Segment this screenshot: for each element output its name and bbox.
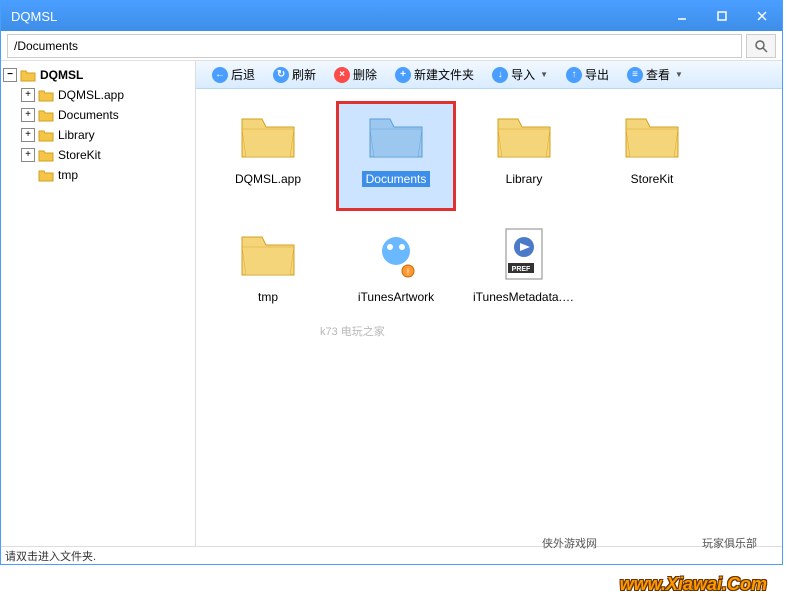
tree-item-label: Library [58,128,95,142]
delete-button[interactable]: ×删除 [326,64,385,85]
minimize-button[interactable] [662,1,702,31]
tree-root-label: DQMSL [40,68,83,82]
item-label: StoreKit [627,171,678,187]
svg-text:PREF: PREF [512,266,531,273]
tree-item[interactable]: + Library [3,125,193,145]
folder-icon [38,149,54,162]
tree-item[interactable]: tmp [3,165,193,185]
folder-item[interactable]: tmp [208,219,328,329]
expand-icon[interactable]: + [21,108,35,122]
folder-icon [38,89,54,102]
close-button[interactable] [742,1,782,31]
file-item[interactable]: ! iTunesArtwork [336,219,456,329]
view-button[interactable]: ≡查看▼ [619,64,691,85]
watermark-text: k73 电玩之家 [320,323,385,339]
collapse-icon[interactable]: − [3,68,17,82]
back-button[interactable]: ←后退 [204,64,263,85]
item-label: iTunesMetadata.p... [469,289,579,305]
chevron-down-icon: ▼ [540,70,548,79]
watermark-text: 侠外游戏网 [542,535,597,551]
folder-item[interactable]: DQMSL.app [208,101,328,211]
search-button[interactable] [746,34,776,58]
folder-icon [38,169,54,182]
expand-icon[interactable]: + [21,88,35,102]
folder-icon [38,109,54,122]
path-input[interactable] [7,34,742,58]
export-icon: ↑ [566,67,582,83]
watermark-text: 玩家俱乐部 [702,535,757,551]
expand-icon[interactable]: + [21,148,35,162]
file-item[interactable]: PREF iTunesMetadata.p... [464,219,584,329]
tree-item-label: StoreKit [58,148,101,162]
import-icon: ↓ [492,67,508,83]
newfolder-button[interactable]: +新建文件夹 [387,64,482,85]
newfolder-icon: + [395,67,411,83]
titlebar: DQMSL [1,1,782,31]
item-label: Documents [362,171,431,187]
pathbar [1,31,782,61]
search-icon [754,39,768,53]
folder-icon [364,109,428,165]
item-label: iTunesArtwork [354,289,438,305]
tree-item[interactable]: + StoreKit [3,145,193,165]
tree-item[interactable]: + Documents [3,105,193,125]
chevron-down-icon: ▼ [675,70,683,79]
file-img-icon: ! [364,227,428,283]
maximize-button[interactable] [702,1,742,31]
tree-item-label: tmp [58,168,78,182]
folder-icon [620,109,684,165]
file-pref-icon: PREF [492,227,556,283]
export-button[interactable]: ↑导出 [558,64,617,85]
view-icon: ≡ [627,67,643,83]
tree-root[interactable]: − DQMSL [3,65,193,85]
back-icon: ← [212,67,228,83]
item-label: tmp [254,289,282,305]
folder-item[interactable]: StoreKit [592,101,712,211]
toolbar: ←后退 ↻刷新 ×删除 +新建文件夹 ↓导入▼ ↑导出 ≡查看▼ [196,61,782,89]
refresh-icon: ↻ [273,67,289,83]
folder-icon [492,109,556,165]
import-button[interactable]: ↓导入▼ [484,64,556,85]
window-title: DQMSL [11,9,57,24]
item-label: DQMSL.app [231,171,305,187]
sidebar: − DQMSL + DQMSL.app + Documents + Library + Sto… [1,61,196,546]
refresh-button[interactable]: ↻刷新 [265,64,324,85]
folder-icon [236,109,300,165]
tree-item-label: DQMSL.app [58,88,124,102]
folder-item[interactable]: Documents [336,101,456,211]
folder-icon [38,129,54,142]
content-grid: DQMSL.app Documents Library StoreKit tmp! iTu… [196,89,782,546]
tree-item[interactable]: + DQMSL.app [3,85,193,105]
tree-item-label: Documents [58,108,119,122]
delete-icon: × [334,67,350,83]
folder-icon [20,69,36,82]
item-label: Library [502,171,547,187]
statusbar: 请双击进入文件夹. [1,546,782,564]
svg-text:!: ! [407,267,410,277]
expand-icon[interactable]: + [21,128,35,142]
watermark-logo: www.Xiawai.Com [620,574,767,595]
folder-item[interactable]: Library [464,101,584,211]
folder-icon [236,227,300,283]
